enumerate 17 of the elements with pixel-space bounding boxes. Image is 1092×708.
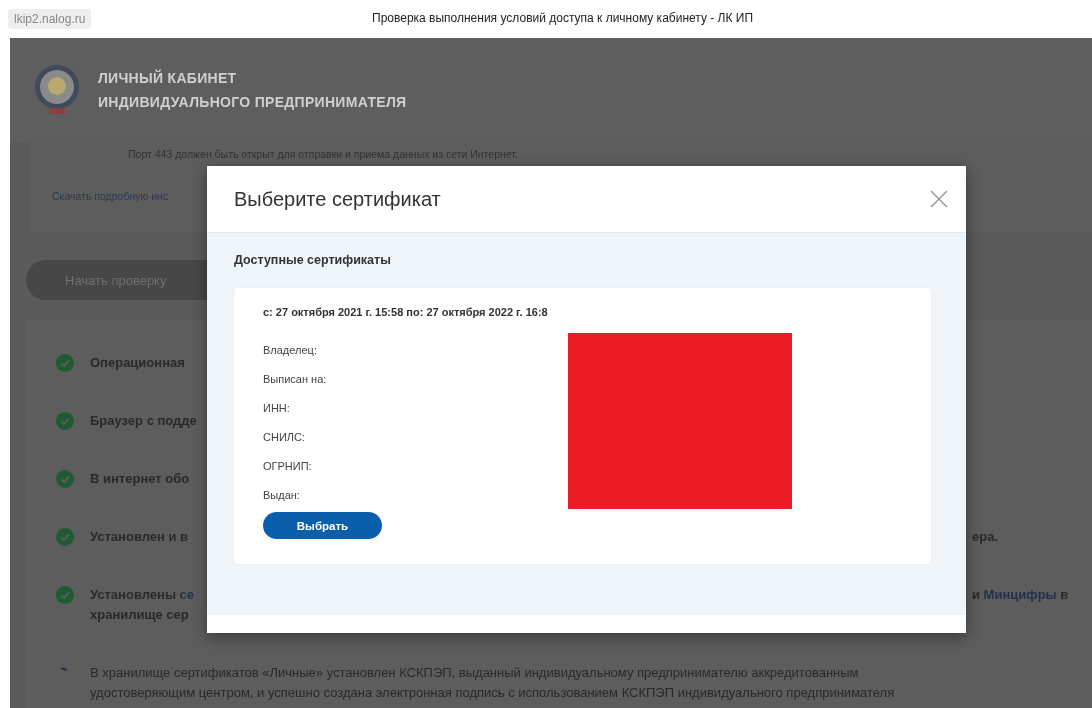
field-label: Выдан: (263, 488, 301, 503)
field-label: ИНН: (263, 401, 291, 416)
logo-icon (34, 64, 80, 116)
link[interactable]: се (179, 587, 195, 602)
validity-text: с: 27 октября 2021 г. 15:58 по: 27 октября 2022 г. 16:8 (263, 306, 549, 318)
site-title: ЛИЧНЫЙ КАБИНЕТ (98, 70, 238, 86)
field-label: Выписан на: (263, 372, 328, 387)
site-title: ИНДИВИДУАЛЬНОГО ПРЕДПРИНИМАТЕЛЯ (98, 94, 407, 110)
field-label: ОГРНИП: (263, 459, 313, 474)
url-chip: lkip2.nalog.ru (8, 9, 92, 29)
field-label: Владелец: (263, 343, 318, 358)
select-button[interactable]: Выбрать (263, 512, 382, 539)
window-title: Проверка выполнения условий доступа к личному кабинету - ЛК ИП (372, 11, 754, 25)
modal-title: Выберите сертификат (234, 187, 441, 211)
close-icon[interactable] (930, 190, 948, 208)
link[interactable]: Минцифры (983, 587, 1057, 602)
field-label: СНИЛС: (263, 430, 306, 445)
